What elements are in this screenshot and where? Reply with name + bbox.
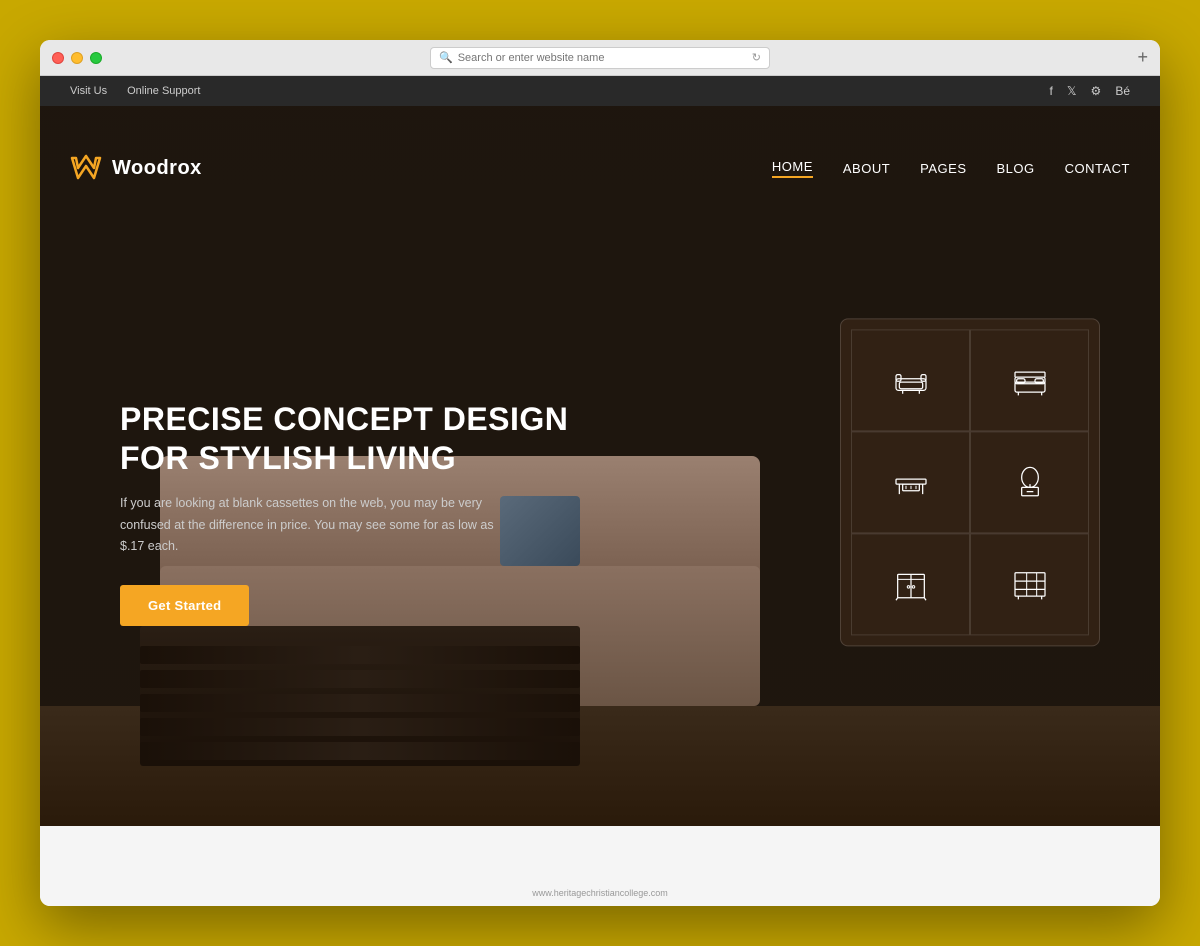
website-content: Visit Us Online Support f 𝕏 ⚙ Bé (40, 76, 1160, 906)
sofa-icon (891, 360, 931, 400)
nav-pages[interactable]: PAGES (920, 161, 966, 176)
behance-icon[interactable]: Bé (1115, 84, 1130, 98)
minimize-button[interactable] (71, 52, 83, 64)
feature-sofa[interactable] (851, 329, 970, 431)
search-icon: 🔍 (439, 51, 453, 64)
logo-text: Woodrox (112, 157, 202, 180)
maximize-button[interactable] (90, 52, 102, 64)
table-layer-3 (140, 694, 580, 712)
hero-title-line1: PRECISE CONCEPT DESIGN (120, 401, 568, 437)
new-tab-button[interactable]: + (1137, 47, 1148, 68)
nav-about[interactable]: ABOUT (843, 161, 890, 176)
hero-content: PRECISE CONCEPT DESIGN FOR STYLISH LIVIN… (120, 400, 568, 626)
feature-desk[interactable] (851, 431, 970, 533)
feature-dresser[interactable] (970, 431, 1089, 533)
nav-links: HOME ABOUT PAGES BLOG CONTACT (772, 159, 1130, 178)
hero-title-line2: FOR STYLISH LIVING (120, 440, 456, 476)
feature-grid-panel (840, 318, 1100, 646)
table-layer-2 (140, 670, 580, 688)
close-button[interactable] (52, 52, 64, 64)
bed-icon (1010, 360, 1050, 400)
desk-icon (891, 462, 931, 502)
address-bar[interactable]: 🔍 ↻ (430, 47, 770, 69)
get-started-button[interactable]: Get Started (120, 585, 249, 626)
logo: Woodrox (70, 152, 202, 184)
social-icons: f 𝕏 ⚙ Bé (1050, 84, 1130, 98)
hero-section: Woodrox HOME ABOUT PAGES BLOG CONTACT PR… (40, 106, 1160, 826)
feature-bed[interactable] (970, 329, 1089, 431)
hero-subtitle: If you are looking at blank cassettes on… (120, 493, 500, 557)
utility-bar: Visit Us Online Support f 𝕏 ⚙ Bé (40, 76, 1160, 106)
visit-us-link[interactable]: Visit Us (70, 85, 107, 97)
twitter-icon[interactable]: 𝕏 (1067, 84, 1077, 98)
settings-icon[interactable]: ⚙ (1091, 84, 1102, 98)
shelves-icon (1010, 564, 1050, 604)
logo-icon (70, 152, 102, 184)
footer-url: www.heritagechristiancollege.com (532, 888, 668, 898)
wardrobe-icon (891, 564, 931, 604)
feature-shelves[interactable] (970, 533, 1089, 635)
nav-home[interactable]: HOME (772, 159, 813, 178)
feature-wardrobe[interactable] (851, 533, 970, 635)
nav-contact[interactable]: CONTACT (1065, 161, 1130, 176)
table-layer-1 (140, 646, 580, 664)
table-layer-4 (140, 718, 580, 736)
mac-window-controls (52, 52, 102, 64)
feature-grid (851, 329, 1089, 635)
mac-titlebar: 🔍 ↻ + (40, 40, 1160, 76)
nav-blog[interactable]: BLOG (997, 161, 1035, 176)
refresh-icon[interactable]: ↻ (752, 51, 761, 64)
utility-links: Visit Us Online Support (70, 85, 200, 97)
table-layer-5 (140, 742, 580, 760)
main-navigation: Woodrox HOME ABOUT PAGES BLOG CONTACT (40, 136, 1160, 200)
dresser-icon (1010, 462, 1050, 502)
url-input[interactable] (458, 52, 747, 64)
facebook-icon[interactable]: f (1050, 84, 1053, 98)
mac-browser-window: 🔍 ↻ + Visit Us Online Support f 𝕏 ⚙ Bé (40, 40, 1160, 906)
hero-title: PRECISE CONCEPT DESIGN FOR STYLISH LIVIN… (120, 400, 568, 477)
online-support-link[interactable]: Online Support (127, 85, 200, 97)
coffee-table-layers (140, 646, 580, 766)
